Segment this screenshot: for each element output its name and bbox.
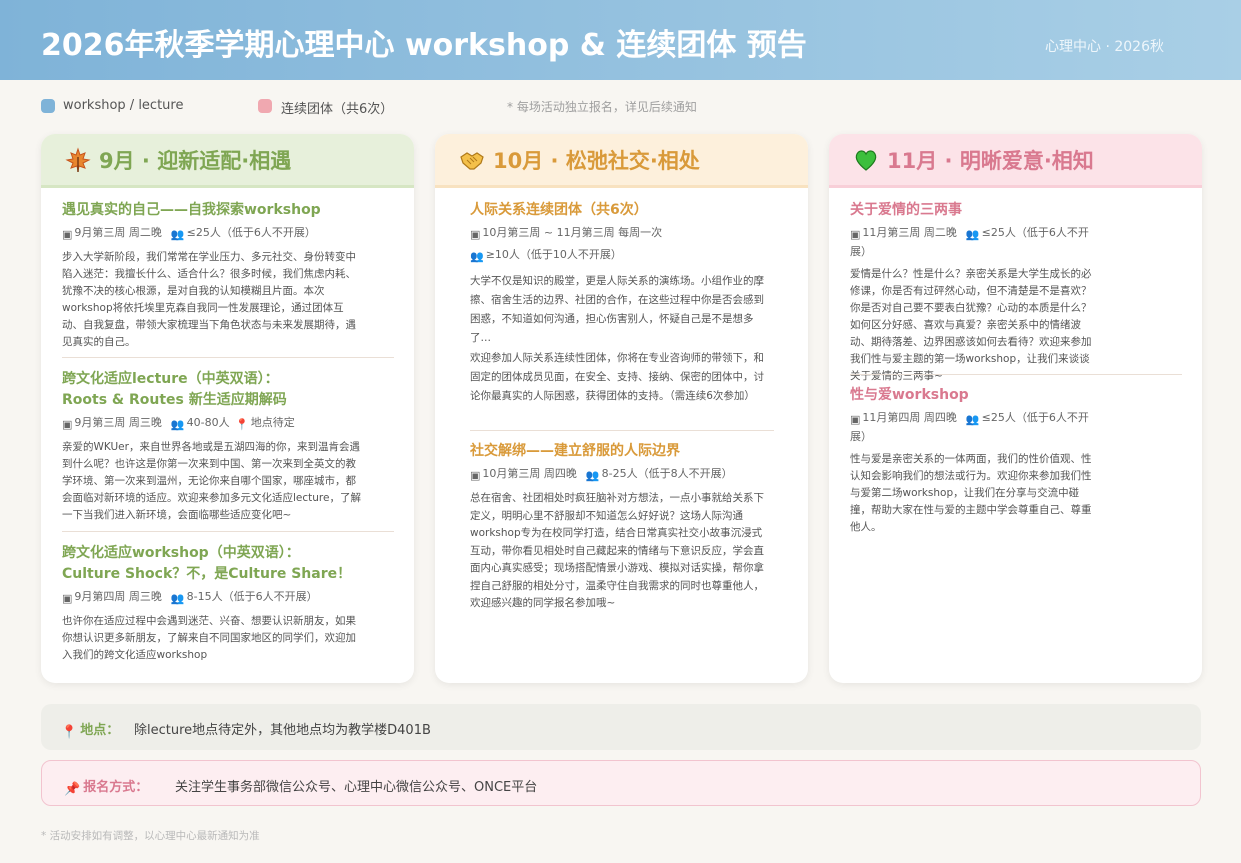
calendar-icon: ▣	[470, 469, 481, 482]
event-cultural-workshop: 跨文化适应workshop（中英双语）： Culture Shock？不，是Cu…	[62, 543, 362, 664]
page-header: 2026年秋季学期心理中心 workshop & 连续团体 预告 心理中心 · …	[0, 0, 1241, 80]
location-bar: 📍 地点： 除lecture地点待定外，其他地点均为教学楼D401B	[41, 704, 1201, 750]
legend: workshop / lecture 连续团体（共6次） * 每场活动独立报名，…	[41, 98, 1201, 118]
legend-workshop-label: workshop / lecture	[63, 98, 184, 113]
event-location: 地点待定	[250, 416, 295, 429]
event-description: 爱情是什么？性是什么？亲密关系是大学生成长的必修课，你是否有过砰然心动，但不清楚…	[850, 268, 1092, 382]
pushpin-icon: 📌	[64, 782, 81, 797]
registration-value: 关注学生事务部微信公众号、心理中心微信公众号、ONCE平台	[175, 780, 538, 795]
event-capacity: 40-80人	[186, 416, 230, 429]
event-meta: ▣ 9月第三周 周三晚 👥 40-80人 📍 地点待定	[62, 414, 362, 433]
event-title-line2: Culture Shock？不，是Culture Share！	[62, 566, 352, 582]
location-value: 除lecture地点待定外，其他地点均为教学楼D401B	[134, 723, 431, 738]
event-description: 亲爱的WKUer，来自世界各地或是五湖四海的你，来到温肯会遇到什么呢？也许这是你…	[62, 441, 361, 521]
event-meta: ▣ 10月第三周 周四晚 👥 8-25人（低于8人不开展）	[470, 465, 770, 484]
event-date: 11月第四周 周四晚	[862, 411, 957, 424]
event-date: 9月第三周 周二晚	[74, 226, 162, 239]
footnote: * 活动安排如有调整，以心理中心最新通知为准	[41, 830, 260, 842]
people-icon: 👥	[470, 250, 484, 263]
event-capacity: 8-25人（低于8人不开展）	[601, 467, 733, 480]
legend-note: * 每场活动独立报名，详见后续通知	[507, 100, 697, 114]
calendar-icon: ▣	[850, 228, 861, 241]
people-icon: 👥	[170, 592, 185, 605]
event-social-boundary: 社交解绑——建立舒服的人际边界 ▣ 10月第三周 周四晚 👥 8-25人（低于8人不…	[470, 441, 770, 613]
handshake-icon	[459, 147, 485, 173]
event-title-line1: 跨文化适应workshop（中英双语）：	[62, 545, 300, 561]
event-date: 10月第三周 ~ 11月第三周 每周一次	[482, 226, 663, 239]
card-header-september: 9月 · 迎新适配·相遇	[41, 134, 414, 188]
event-capacity-row: 👥 ≥10人（低于10人不开展）	[470, 246, 770, 265]
calendar-icon: ▣	[470, 228, 481, 241]
event-meta: ▣ 11月第四周 周四晚 👥 ≤25人（低于6人不开展）	[850, 409, 1100, 445]
event-description-2: 欢迎参加人际关系连续性团体，你将在专业咨询师的带领下，和固定的团体成员见面，在安…	[470, 352, 764, 402]
event-title-line2: Roots & Routes 新生适应期解码	[62, 392, 287, 408]
divider	[850, 374, 1182, 375]
card-title: 10月 · 松弛社交·相处	[493, 148, 700, 173]
pin-icon: 📍	[61, 725, 78, 740]
event-description: 也许你在适应过程中会遇到迷茫、兴奋、想要认识新朋友，如果你想认识更多新朋友，了解…	[62, 615, 356, 661]
pin-icon: 📍	[235, 418, 249, 431]
card-header-october: 10月 · 松弛社交·相处	[435, 134, 808, 188]
event-description: 总在宿舍、社团相处时疯狂脑补对方想法，一点小事就给关系下定义，明明心里不舒服却不…	[470, 492, 764, 609]
divider	[470, 430, 774, 431]
card-title: 9月 · 迎新适配·相遇	[99, 148, 292, 173]
event-sex-love-workshop: 性与爱workshop ▣ 11月第四周 周四晚 👥 ≤25人（低于6人不开展） 性…	[850, 385, 1100, 536]
maple-leaf-icon	[65, 146, 91, 173]
event-title: 关于爱情的三两事	[850, 202, 962, 218]
event-title: 社交解绑——建立舒服的人际边界	[470, 443, 680, 459]
location-label: 地点：	[80, 723, 120, 738]
people-icon: 👥	[170, 228, 185, 241]
event-title-line1: 跨文化适应lecture（中英双语）：	[62, 371, 279, 387]
event-capacity: ≤25人（低于6人不开展）	[186, 226, 316, 239]
event-meta: ▣ 11月第三周 周二晚 👥 ≤25人（低于6人不开展）	[850, 224, 1100, 260]
calendar-icon: ▣	[850, 413, 861, 426]
event-meta: ▣ 9月第三周 周二晚 👥 ≤25人（低于6人不开展）	[62, 224, 362, 243]
people-icon: 👥	[965, 413, 980, 426]
event-date: 9月第三周 周三晚	[74, 416, 162, 429]
card-september: 9月 · 迎新适配·相遇 遇见真实的自己——自我探索workshop ▣ 9月第三…	[41, 134, 414, 683]
event-capacity: ≥10人（低于10人不开展）	[485, 248, 622, 261]
event-date: 9月第四周 周三晚	[74, 590, 162, 603]
event-self-exploration: 遇见真实的自己——自我探索workshop ▣ 9月第三周 周二晚 👥 ≤25人（低…	[62, 200, 362, 351]
registration-label: 报名方式：	[83, 780, 149, 795]
event-love-matters: 关于爱情的三两事 ▣ 11月第三周 周二晚 👥 ≤25人（低于6人不开展） 爱情是什…	[850, 200, 1100, 385]
event-capacity: 8-15人（低于6人不开展）	[186, 590, 318, 603]
event-title: 性与爱workshop	[850, 387, 969, 403]
card-november: 11月 · 明晰爱意·相知 关于爱情的三两事 ▣ 11月第三周 周二晚 👥 ≤25人…	[829, 134, 1202, 683]
page-subtitle: 心理中心 · 2026秋	[1045, 39, 1164, 55]
event-cultural-lecture: 跨文化适应lecture（中英双语）： Roots & Routes 新生适应期…	[62, 369, 362, 524]
legend-group-label: 连续团体（共6次）	[281, 102, 394, 117]
event-date: 11月第三周 周二晚	[862, 226, 957, 239]
event-description: 大学不仅是知识的殿堂，更是人际关系的演练场。小组作业的摩擦、宿舍生活的边界、社团…	[470, 275, 764, 344]
event-interpersonal-group: 人际关系连续团体（共6次） ▣ 10月第三周 ~ 11月第三周 每周一次 👥 ≥10…	[470, 200, 770, 406]
registration-bar: 📌 报名方式： 关注学生事务部微信公众号、心理中心微信公众号、ONCE平台	[41, 760, 1201, 806]
event-date-row: ▣ 10月第三周 ~ 11月第三周 每周一次	[470, 224, 770, 243]
divider	[62, 531, 394, 532]
page-title: 2026年秋季学期心理中心 workshop & 连续团体 预告	[41, 28, 807, 63]
card-header-november: 11月 · 明晰爱意·相知	[829, 134, 1202, 188]
event-date: 10月第三周 周四晚	[482, 467, 577, 480]
people-icon: 👥	[585, 469, 600, 482]
event-description: 性与爱是亲密关系的一体两面，我们的性价值观、性认知会影响我们的想法或行为。欢迎你…	[850, 453, 1092, 533]
calendar-icon: ▣	[62, 592, 73, 605]
legend-workshop-swatch	[41, 99, 55, 113]
green-heart-icon	[853, 147, 879, 173]
people-icon: 👥	[965, 228, 980, 241]
event-title: 人际关系连续团体（共6次）	[470, 202, 648, 218]
event-description: 步入大学新阶段，我们常常在学业压力、多元社交、身份转变中陷入迷茫：我擅长什么、适…	[62, 251, 356, 348]
divider	[62, 357, 394, 358]
location-label-group: 📍 地点：	[61, 719, 119, 740]
card-title: 11月 · 明晰爱意·相知	[887, 148, 1094, 173]
calendar-icon: ▣	[62, 418, 73, 431]
event-meta: ▣ 9月第四周 周三晚 👥 8-15人（低于6人不开展）	[62, 588, 362, 607]
registration-label-group: 📌 报名方式：	[64, 776, 148, 797]
legend-group-swatch	[258, 99, 272, 113]
card-october: 10月 · 松弛社交·相处 人际关系连续团体（共6次） ▣ 10月第三周 ~ 11…	[435, 134, 808, 683]
calendar-icon: ▣	[62, 228, 73, 241]
event-title: 遇见真实的自己——自我探索workshop	[62, 202, 321, 218]
people-icon: 👥	[170, 418, 185, 431]
